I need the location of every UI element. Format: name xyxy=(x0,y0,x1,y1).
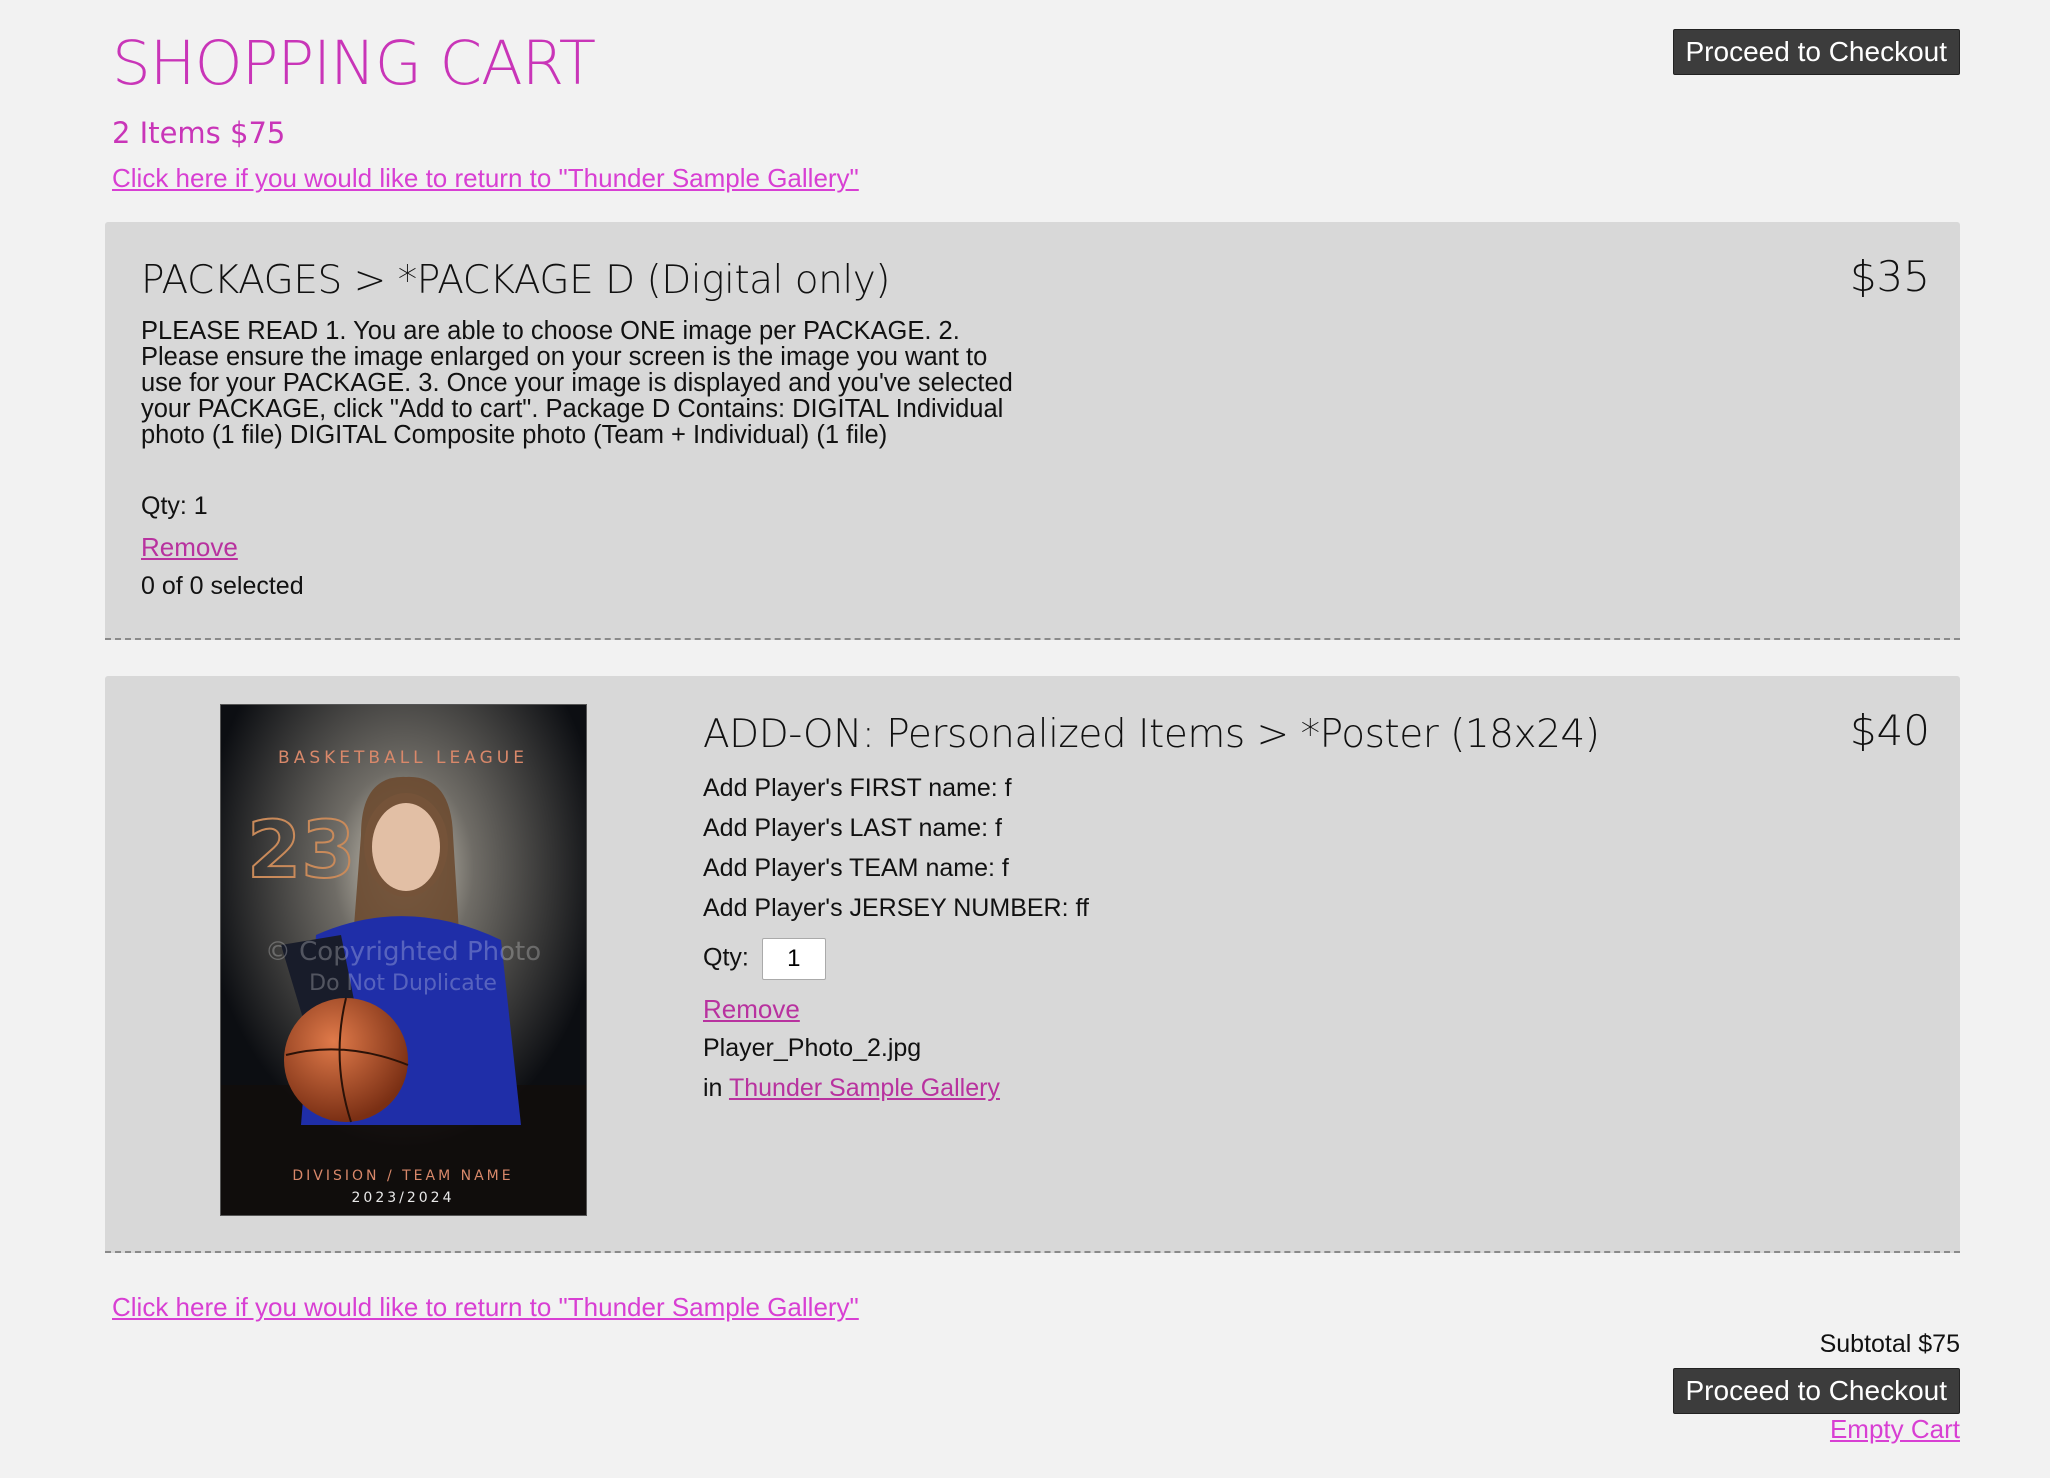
quantity-input[interactable] xyxy=(761,938,826,980)
last-name-field: Add Player's LAST name: f xyxy=(703,814,1002,842)
division-text: DIVISION / TEAM NAME xyxy=(292,1168,513,1184)
item-price: $40 xyxy=(1849,706,1930,755)
watermark-line2: Do Not Duplicate xyxy=(309,971,497,996)
cart-item-package: PACKAGES > *PACKAGE D (Digital only) $35… xyxy=(105,222,1960,640)
in-label: in xyxy=(703,1074,723,1102)
cart-item-poster: BASKETBALL LEAGUE 23 © Copyrighted Photo… xyxy=(105,676,1960,1253)
watermark-line1: © Copyrighted Photo xyxy=(265,937,541,967)
subtotal: Subtotal $75 xyxy=(1819,1330,1960,1358)
item-quantity: Qty: 1 xyxy=(141,492,208,520)
gallery-info: in Thunder Sample Gallery xyxy=(703,1074,1000,1103)
player-poster-image[interactable]: BASKETBALL LEAGUE 23 © Copyrighted Photo… xyxy=(220,704,587,1216)
item-description: PLEASE READ 1. You are able to choose ON… xyxy=(141,317,1013,449)
return-to-gallery-link[interactable]: Click here if you would like to return t… xyxy=(112,163,859,194)
empty-cart-link[interactable]: Empty Cart xyxy=(1830,1414,1960,1445)
item-title: PACKAGES > *PACKAGE D (Digital only) xyxy=(141,258,891,303)
quantity-label: Qty: xyxy=(703,943,749,972)
jersey-number-field: Add Player's JERSEY NUMBER: ff xyxy=(703,894,1089,922)
remove-item-link[interactable]: Remove xyxy=(703,994,800,1025)
page-title: SHOPPING CART xyxy=(112,28,596,99)
jersey-number-text: 23 xyxy=(247,806,356,896)
proceed-to-checkout-button-bottom[interactable]: Proceed to Checkout xyxy=(1672,1368,1960,1415)
quantity-row: Qty: xyxy=(703,938,826,980)
poster-artwork: BASKETBALL LEAGUE 23 © Copyrighted Photo… xyxy=(221,705,586,1215)
selection-count: 0 of 0 selected xyxy=(141,572,304,600)
return-to-gallery-link-bottom[interactable]: Click here if you would like to return t… xyxy=(112,1292,859,1323)
image-filename: Player_Photo_2.jpg xyxy=(703,1034,922,1062)
team-name-field: Add Player's TEAM name: f xyxy=(703,854,1009,882)
league-text: BASKETBALL LEAGUE xyxy=(278,748,528,768)
remove-item-link[interactable]: Remove xyxy=(141,532,238,563)
gallery-link[interactable]: Thunder Sample Gallery xyxy=(729,1074,1000,1102)
item-title: ADD-ON: Personalized Items > *Poster (18… xyxy=(703,712,1600,757)
item-price: $35 xyxy=(1849,252,1930,301)
season-text: 2023/2024 xyxy=(352,1190,455,1206)
proceed-to-checkout-button[interactable]: Proceed to Checkout xyxy=(1672,29,1960,76)
cart-summary: 2 Items $75 xyxy=(112,116,286,150)
first-name-field: Add Player's FIRST name: f xyxy=(703,774,1012,802)
